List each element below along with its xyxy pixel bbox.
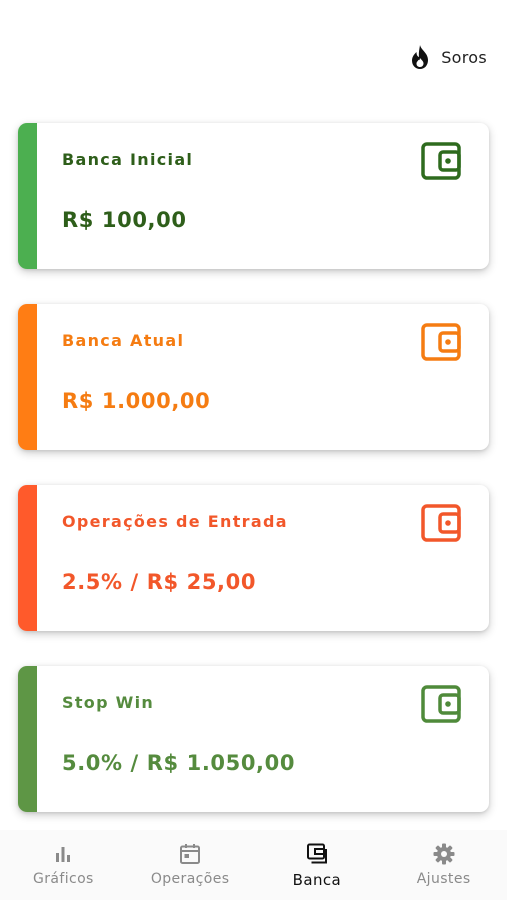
flame-icon [412, 45, 429, 69]
card-value: R$ 1.000,00 [62, 389, 211, 413]
nav-item-operacoes[interactable]: Operações [127, 830, 254, 900]
card-banca-inicial[interactable]: Banca Inicial R$ 100,00 [18, 123, 489, 269]
wallet-icon [421, 685, 461, 723]
soros-mode-toggle[interactable]: Soros [409, 44, 487, 70]
card-value: 5.0% / R$ 1.050,00 [62, 751, 296, 775]
gear-icon [433, 843, 455, 865]
card-operacoes-de-entrada[interactable]: Operações de Entrada 2.5% / R$ 25,00 [18, 485, 489, 631]
bottom-navigation: Gráficos Operações Banca Ajustes [0, 830, 507, 900]
soros-label: Soros [441, 47, 487, 67]
card-accent-bar [18, 304, 37, 450]
card-accent-bar [18, 123, 37, 269]
card-title: Banca Atual [62, 331, 185, 350]
wallet-icon [421, 142, 461, 180]
bar-chart-icon [56, 847, 71, 862]
wallet-stack-icon [306, 843, 327, 864]
nav-item-ajustes[interactable]: Ajustes [380, 830, 507, 900]
card-stop-win[interactable]: Stop Win 5.0% / R$ 1.050,00 [18, 666, 489, 812]
nav-label: Banca [292, 871, 342, 889]
card-banca-atual[interactable]: Banca Atual R$ 1.000,00 [18, 304, 489, 450]
nav-item-banca[interactable]: Banca [254, 830, 381, 900]
calendar-icon [180, 844, 201, 864]
card-title: Stop Win [62, 693, 155, 712]
card-title: Operações de Entrada [62, 512, 288, 531]
nav-item-graficos[interactable]: Gráficos [0, 830, 127, 900]
wallet-icon [421, 504, 461, 542]
card-title: Banca Inicial [62, 150, 194, 169]
card-accent-bar [18, 666, 37, 812]
card-value: 2.5% / R$ 25,00 [62, 570, 257, 594]
nav-label: Operações [150, 871, 230, 887]
card-value: R$ 100,00 [62, 208, 187, 232]
card-accent-bar [18, 485, 37, 631]
nav-label: Gráficos [32, 871, 94, 887]
nav-label: Ajustes [416, 871, 471, 887]
wallet-icon [421, 323, 461, 361]
